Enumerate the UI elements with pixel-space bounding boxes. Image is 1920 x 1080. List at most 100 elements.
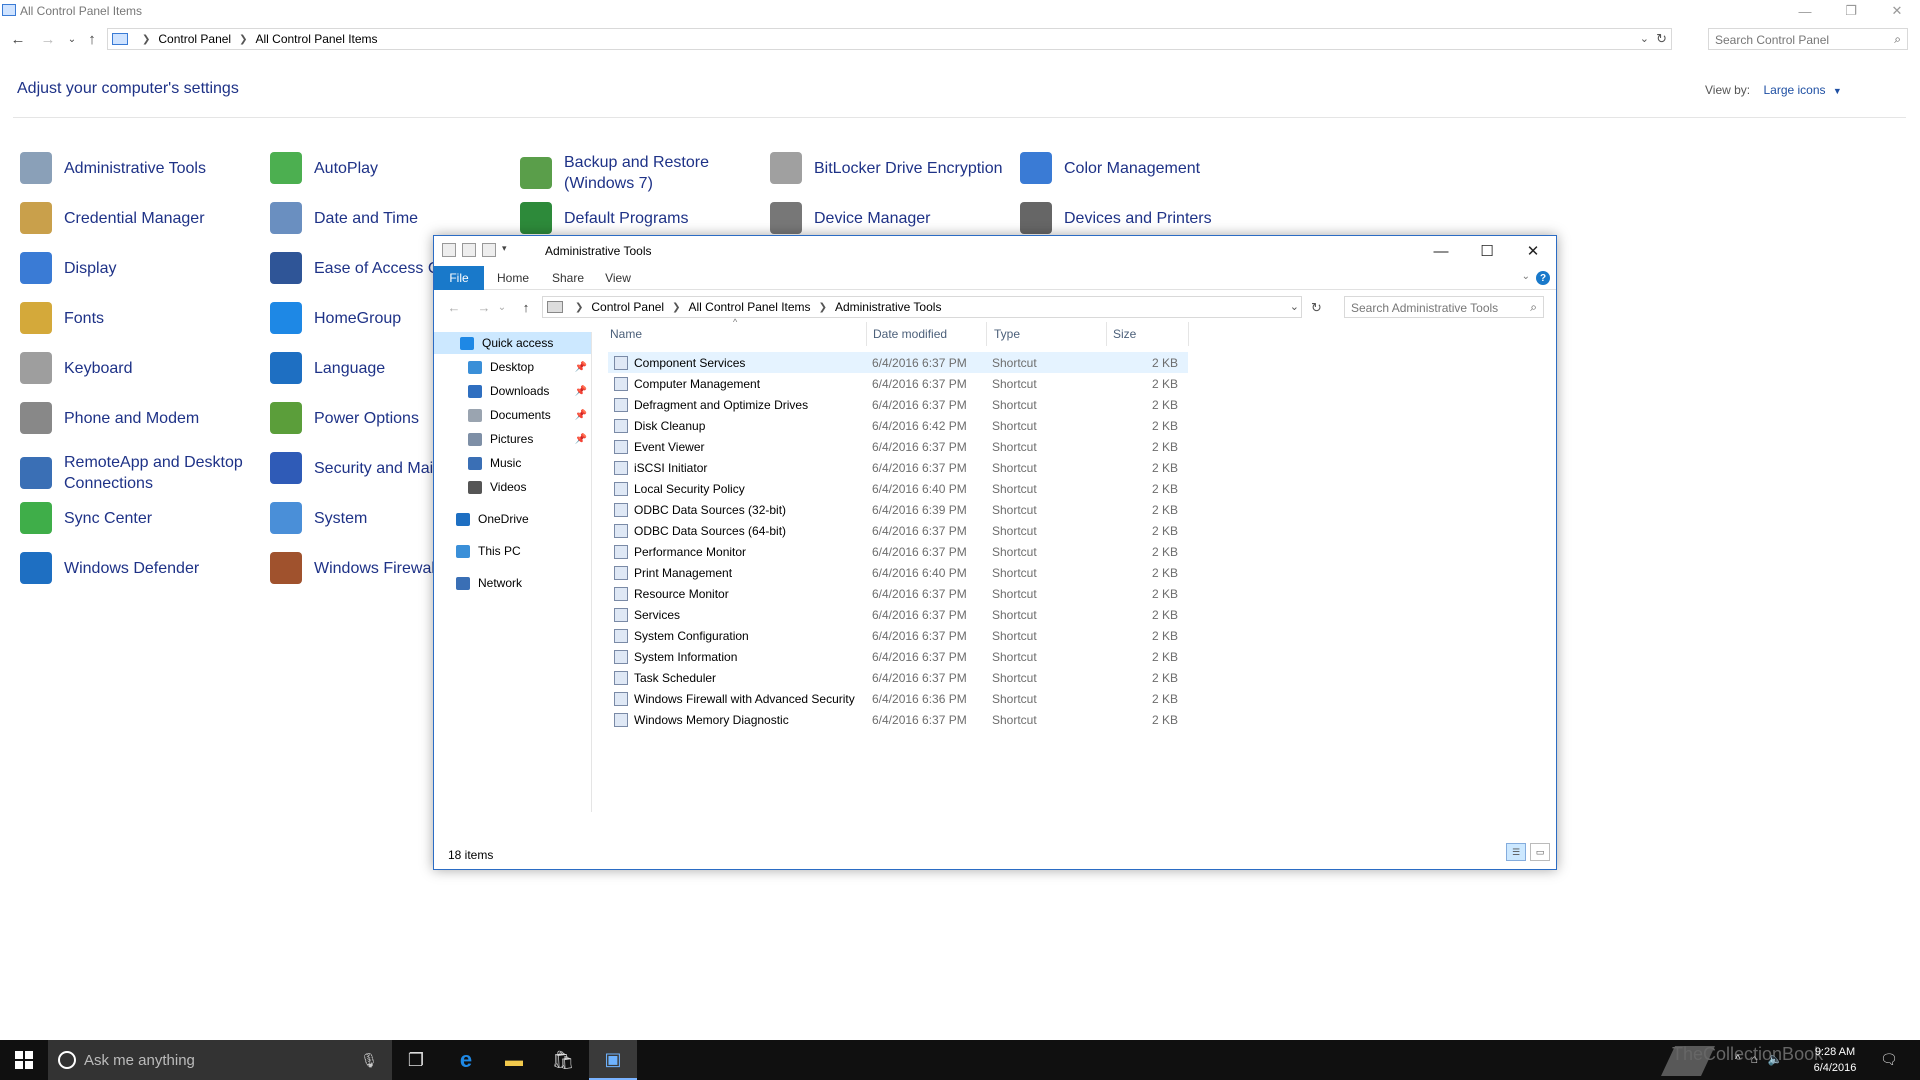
cp-item[interactable]: Ease of Access Ce [270,252,444,284]
cp-item[interactable]: Sync Center [20,502,152,534]
column-date-modified[interactable]: Date modified [873,327,947,341]
search-icon[interactable]: ⌕ [1530,300,1537,315]
nav-item[interactable]: Downloads 📌 [434,380,591,402]
cp-item[interactable]: BitLocker Drive Encryption [770,152,1003,184]
breadcrumb-control-panel[interactable]: Control Panel [591,300,664,314]
network-icon[interactable]: ⌂ [1751,1052,1758,1066]
up-icon[interactable]: ↑ [516,295,536,319]
cp-item[interactable]: Keyboard [20,352,133,384]
file-row[interactable]: Resource Monitor 6/4/2016 6:37 PM Shortcut… [608,583,1188,604]
nav-item[interactable]: Network [434,572,591,594]
cp-item[interactable]: Language [270,352,385,384]
edge-icon[interactable]: e [442,1040,490,1080]
maximize-icon[interactable]: ☐ [1464,236,1510,266]
chevron-right-icon[interactable]: ❯ [672,302,680,313]
column-divider[interactable] [866,322,867,346]
forward-icon[interactable]: → [474,295,494,319]
refresh-icon[interactable]: ↻ [1656,31,1667,47]
checkmark-icon[interactable] [462,243,476,257]
file-row[interactable]: Local Security Policy 6/4/2016 6:40 PM Sho… [608,478,1188,499]
control-panel-icon[interactable]: ▣ [589,1040,637,1080]
chevron-right-icon[interactable]: ❯ [239,34,247,45]
file-row[interactable]: Event Viewer 6/4/2016 6:37 PM Shortcut 2 KB [608,436,1188,457]
cp-item[interactable]: Devices and Printers [1020,202,1212,234]
tab-share[interactable]: Share [542,266,594,290]
cp-item[interactable]: Backup and Restore (Windows 7) [520,152,709,194]
pin-icon[interactable]: 📌 [575,434,587,445]
chevron-right-icon[interactable]: ❯ [819,302,827,313]
address-bar[interactable]: ❯ Control Panel ❯ All Control Panel Item… [542,296,1302,318]
view-by-dropdown[interactable]: Large icons [1763,83,1825,97]
search-icon[interactable]: ⌕ [1894,32,1901,47]
column-divider[interactable] [986,322,987,346]
file-row[interactable]: ODBC Data Sources (64-bit) 6/4/2016 6:37 … [608,520,1188,541]
nav-item[interactable]: Pictures 📌 [434,428,591,450]
nav-item[interactable]: Documents 📌 [434,404,591,426]
column-type[interactable]: Type [994,327,1020,341]
tab-file[interactable]: File [434,266,484,290]
large-icons-view-icon[interactable]: ▭ [1530,843,1550,861]
details-view-icon[interactable]: ☰ [1506,843,1526,861]
file-row[interactable]: Disk Cleanup 6/4/2016 6:42 PM Shortcut 2 KB [608,415,1188,436]
pin-icon[interactable]: 📌 [575,362,587,373]
cp-item[interactable]: Administrative Tools [20,152,206,184]
up-icon[interactable]: ↑ [82,27,102,51]
nav-item[interactable]: Quick access [434,332,591,354]
action-center-icon[interactable]: 🗨 [1880,1051,1898,1068]
cp-item[interactable]: Power Options [270,402,419,434]
file-row[interactable]: iSCSI Initiator 6/4/2016 6:37 PM Shortcut 2… [608,457,1188,478]
pin-icon[interactable]: 📌 [575,386,587,397]
file-row[interactable]: Task Scheduler 6/4/2016 6:37 PM Shortcut 2 … [608,667,1188,688]
file-row[interactable]: Windows Firewall with Advanced Security 6… [608,688,1188,709]
cp-item[interactable]: RemoteApp and Desktop Connections [20,452,243,494]
minimize-icon[interactable]: — [1418,236,1464,266]
task-view-icon[interactable]: ❐ [392,1040,440,1080]
cp-item[interactable]: Date and Time [270,202,418,234]
clock[interactable]: 9:28 AM 6/4/2016 [1800,1044,1870,1076]
close-icon[interactable]: ✕ [1510,236,1556,266]
store-icon[interactable]: 🛍 [539,1040,587,1080]
file-row[interactable]: Windows Memory Diagnostic 6/4/2016 6:37 P… [608,709,1188,730]
file-row[interactable]: Defragment and Optimize Drives 6/4/2016 6… [608,394,1188,415]
back-icon[interactable]: ← [444,295,464,319]
cp-item[interactable]: Fonts [20,302,104,334]
cp-item[interactable]: HomeGroup [270,302,401,334]
cortana-search-box[interactable]: Ask me anything 🎙 [48,1040,392,1080]
chevron-down-icon[interactable]: ▾ [502,243,512,257]
cp-item[interactable]: Color Management [1020,152,1200,184]
nav-item[interactable]: Videos [434,476,591,498]
address-bar[interactable]: ❯ Control Panel ❯ All Control Panel Item… [107,28,1672,50]
nav-item[interactable]: Music [434,452,591,474]
cp-item[interactable]: Windows Defender [20,552,199,584]
file-row[interactable]: Computer Management 6/4/2016 6:37 PM Short… [608,373,1188,394]
cp-item[interactable]: Credential Manager [20,202,205,234]
search-input[interactable]: Search Control Panel ⌕ [1708,28,1908,50]
show-hidden-icons-icon[interactable]: ^ [1735,1052,1741,1066]
nav-item[interactable]: Desktop 📌 [434,356,591,378]
volume-icon[interactable]: 🔈 [1768,1052,1783,1066]
file-row[interactable]: ODBC Data Sources (32-bit) 6/4/2016 6:39 … [608,499,1188,520]
recent-locations-icon[interactable]: ⌄ [62,27,82,51]
file-row[interactable]: Print Management 6/4/2016 6:40 PM Shortcut… [608,562,1188,583]
column-divider[interactable] [1106,322,1107,346]
properties-icon[interactable] [442,243,456,257]
start-button[interactable] [0,1040,48,1080]
cp-item[interactable]: Display [20,252,116,284]
forward-icon[interactable]: → [38,27,58,51]
tab-view[interactable]: View [594,266,642,290]
pin-icon[interactable]: 📌 [575,410,587,421]
file-explorer-icon[interactable]: ▬ [490,1040,538,1080]
column-size[interactable]: Size [1113,327,1136,341]
chevron-down-icon[interactable]: ⌄ [1290,300,1299,313]
breadcrumb-all-items[interactable]: All Control Panel Items [689,300,811,314]
close-icon[interactable]: ✕ [1874,0,1920,22]
cp-item[interactable]: AutoPlay [270,152,378,184]
file-row[interactable]: System Configuration 6/4/2016 6:37 PM Shor… [608,625,1188,646]
chevron-down-icon[interactable]: ⌄ [1522,271,1530,282]
cp-item[interactable]: Phone and Modem [20,402,199,434]
breadcrumb-admin-tools[interactable]: Administrative Tools [835,300,942,314]
column-name[interactable]: Name [610,327,642,341]
cp-item[interactable]: System [270,502,367,534]
breadcrumb-control-panel[interactable]: Control Panel [158,32,231,46]
cp-item[interactable]: Default Programs [520,202,689,234]
